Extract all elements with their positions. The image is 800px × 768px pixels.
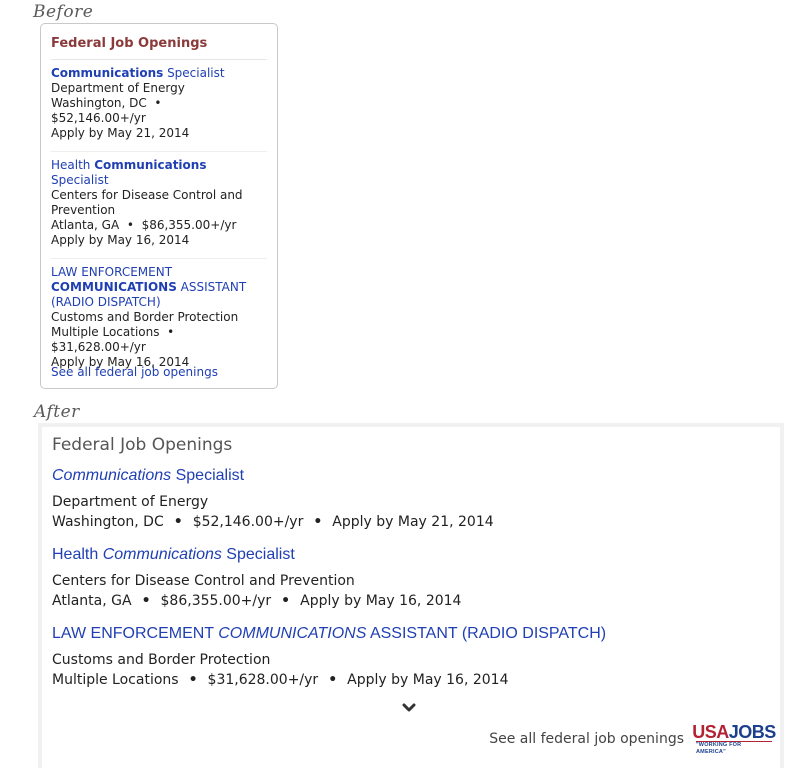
after-job-2-title-link[interactable]: Health Communications Specialist — [52, 546, 770, 564]
before-job-3-title-link[interactable]: LAW ENFORCEMENT COMMUNICATIONS ASSISTANT… — [51, 265, 267, 310]
job-agency: Centers for Disease Control and Preventi… — [51, 188, 243, 217]
divider — [51, 258, 267, 259]
divider — [51, 151, 267, 152]
job-salary: $52,146.00+/yr — [192, 514, 304, 530]
job-apply-by: Apply by May 16, 2014 — [300, 593, 462, 609]
usajobs-logo[interactable]: USAJOBS "WORKING FOR AMERICA" — [692, 723, 776, 756]
job-title-rest: Specialist — [163, 66, 225, 80]
after-see-all-link[interactable]: See all federal job openings — [489, 731, 684, 747]
job-location: Atlanta, GA — [51, 218, 120, 232]
before-job-2: Health Communications Specialist Centers… — [51, 158, 267, 248]
job-title-rest: Specialist — [221, 546, 295, 563]
job-agency: Customs and Border Protection — [51, 310, 239, 324]
job-salary: $52,146.00+/yr — [51, 111, 146, 125]
job-title-rest: ASSISTANT (RADIO DISPATCH) — [366, 625, 607, 642]
job-title-prefix: LAW ENFORCEMENT — [52, 625, 219, 642]
job-details-line: Atlanta, GA • $86,355.00+/yr • Apply by May … — [52, 591, 770, 611]
logo-tagline: "WORKING FOR AMERICA" — [696, 740, 772, 756]
bullet: • — [141, 593, 151, 609]
before-job-3: LAW ENFORCEMENT COMMUNICATIONS ASSISTANT… — [51, 265, 267, 370]
job-salary: $31,628.00+/yr — [51, 340, 146, 354]
before-widget-title: Federal Job Openings — [51, 36, 208, 51]
keyword-highlight: Communications — [102, 546, 222, 563]
bullet: • — [173, 514, 183, 530]
job-agency: Department of Energy — [51, 81, 185, 95]
job-location: Washington, DC — [52, 514, 164, 530]
bullet: • — [126, 218, 134, 232]
job-details-line: Washington, DC • $52,146.00+/yr • Apply by M… — [52, 512, 770, 532]
job-salary: $86,355.00+/yr — [141, 218, 237, 232]
before-see-all-link[interactable]: See all federal job openings — [51, 365, 218, 379]
bullet: • — [188, 672, 198, 688]
job-location: Multiple Locations — [51, 325, 160, 339]
after-job-2: Health Communications Specialist Centers… — [52, 546, 770, 611]
job-location-line: Washington, DC • — [51, 96, 267, 111]
job-apply-by: Apply by May 16, 2014 — [51, 233, 190, 247]
job-title-prefix: Health — [51, 158, 95, 172]
after-job-3: LAW ENFORCEMENT COMMUNICATIONS ASSISTANT… — [52, 625, 770, 690]
after-label: After — [34, 402, 80, 422]
job-agency: Department of Energy — [52, 494, 209, 510]
logo-jobs: JOBS — [728, 721, 777, 742]
bullet: • — [328, 672, 338, 688]
before-job-widget: Federal Job Openings Communications Spec… — [40, 23, 278, 389]
job-apply-by: Apply by May 16, 2014 — [347, 672, 509, 688]
before-label: Before — [33, 2, 94, 22]
job-title-rest: Specialist — [51, 173, 109, 187]
logo-wordmark: USAJOBS — [692, 723, 776, 741]
after-job-3-title-link[interactable]: LAW ENFORCEMENT COMMUNICATIONS ASSISTANT… — [52, 625, 770, 643]
after-widget-title: Federal Job Openings — [52, 435, 233, 455]
before-job-1-title-link[interactable]: Communications Specialist — [51, 66, 267, 81]
bullet: • — [281, 593, 291, 609]
before-job-1: Communications Specialist Department of … — [51, 66, 267, 141]
after-job-1: Communications Specialist Department of … — [52, 467, 770, 532]
job-location: Multiple Locations — [52, 672, 179, 688]
keyword-highlight: Communications — [52, 467, 172, 484]
divider — [51, 59, 267, 60]
job-apply-by: Apply by May 21, 2014 — [332, 514, 494, 530]
job-title-prefix: Health — [52, 546, 103, 563]
chevron-down-icon[interactable] — [402, 699, 416, 712]
job-apply-by: Apply by May 21, 2014 — [51, 126, 190, 140]
keyword-highlight: Communications — [94, 158, 207, 172]
job-location-line: Multiple Locations • — [51, 325, 267, 340]
job-title-rest: Specialist — [171, 467, 245, 484]
job-salary: $31,628.00+/yr — [207, 672, 319, 688]
bullet: • — [154, 96, 162, 110]
after-footer: See all federal job openings USAJOBS "WO… — [489, 723, 776, 756]
job-location: Atlanta, GA — [52, 593, 132, 609]
bullet: • — [313, 514, 323, 530]
job-location: Washington, DC — [51, 96, 147, 110]
logo-usa: USA — [692, 721, 729, 742]
after-job-1-title-link[interactable]: Communications Specialist — [52, 467, 770, 485]
job-salary: $86,355.00+/yr — [160, 593, 272, 609]
job-location-line: Atlanta, GA • $86,355.00+/yr — [51, 218, 267, 233]
keyword-highlight: Communications — [51, 66, 164, 80]
keyword-highlight: COMMUNICATIONS — [218, 625, 367, 642]
after-job-widget: Federal Job Openings Communications Spec… — [38, 423, 784, 768]
before-job-2-title-link[interactable]: Health Communications Specialist — [51, 158, 267, 188]
job-agency: Centers for Disease Control and Preventi… — [52, 573, 355, 589]
job-agency: Customs and Border Protection — [52, 652, 271, 668]
keyword-highlight: COMMUNICATIONS — [51, 280, 177, 294]
job-title-prefix: LAW ENFORCEMENT — [51, 265, 173, 279]
job-details-line: Multiple Locations • $31,628.00+/yr • Apply … — [52, 670, 770, 690]
bullet: • — [167, 325, 175, 339]
